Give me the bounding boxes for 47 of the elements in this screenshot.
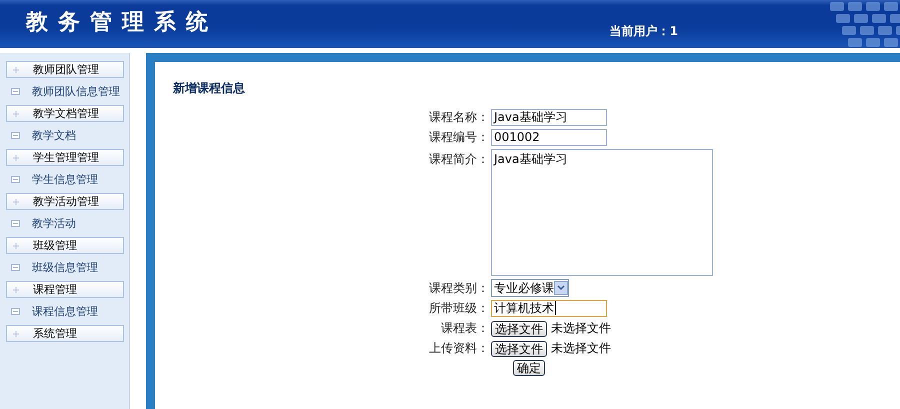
menu-group[interactable]: 学生管理管理 — [6, 149, 124, 166]
form-title: 新增课程信息 — [173, 80, 246, 97]
field-label: 课程类别： — [428, 280, 489, 296]
app-title: 教务管理系统 — [26, 9, 218, 37]
menu-item[interactable]: 教学活动 — [6, 216, 129, 231]
text-area[interactable]: Java基础学习 — [491, 149, 713, 276]
menu-item[interactable]: 课程信息管理 — [6, 304, 129, 319]
field-label: 课程简介： — [428, 151, 489, 168]
file-status: 未选择文件 — [551, 340, 611, 357]
menu-item[interactable]: 教学文档 — [6, 128, 129, 143]
choose-file-button[interactable]: 选择文件 — [491, 320, 547, 336]
text-field[interactable]: 001002 — [491, 129, 607, 146]
field-label: 课程表： — [440, 320, 489, 337]
text-field[interactable]: 计算机技术 — [491, 300, 607, 317]
menu-group[interactable]: 课程管理 — [6, 281, 124, 298]
menu-item[interactable]: 班级信息管理 — [6, 260, 129, 275]
field-label: 所带班级： — [428, 300, 489, 317]
list-icon — [11, 176, 20, 183]
list-icon — [11, 88, 20, 95]
plus-icon — [13, 154, 19, 160]
list-icon — [11, 308, 20, 315]
confirm-button[interactable]: 确定 — [513, 360, 545, 376]
field-label: 课程名称： — [428, 109, 489, 126]
plus-icon — [13, 66, 19, 72]
current-user: 当前用户：1 — [610, 22, 678, 40]
menu-group[interactable]: 教学文档管理 — [6, 105, 124, 122]
field-label: 上传资料： — [428, 340, 489, 357]
list-icon — [11, 264, 20, 271]
plus-icon — [13, 286, 19, 292]
menu-group[interactable]: 教学活动管理 — [6, 193, 124, 210]
choose-file-button[interactable]: 选择文件 — [491, 340, 547, 356]
plus-icon — [13, 110, 19, 116]
menu-group[interactable]: 系统管理 — [6, 325, 124, 342]
menu-item[interactable]: 学生信息管理 — [6, 172, 129, 187]
list-icon — [11, 220, 20, 227]
menu-group[interactable]: 班级管理 — [6, 237, 124, 254]
plus-icon — [13, 198, 19, 204]
field-label: 课程编号： — [428, 129, 489, 146]
plus-icon — [13, 330, 19, 336]
menu-group[interactable]: 教师团队管理 — [6, 61, 124, 78]
select-field[interactable]: 专业必修课 — [491, 279, 569, 297]
menu-item[interactable]: 教师团队信息管理 — [6, 84, 129, 99]
list-icon — [11, 132, 20, 139]
plus-icon — [13, 242, 19, 248]
text-field[interactable]: Java基础学习 — [491, 109, 607, 126]
file-status: 未选择文件 — [551, 320, 611, 337]
dropdown-icon — [554, 281, 568, 295]
